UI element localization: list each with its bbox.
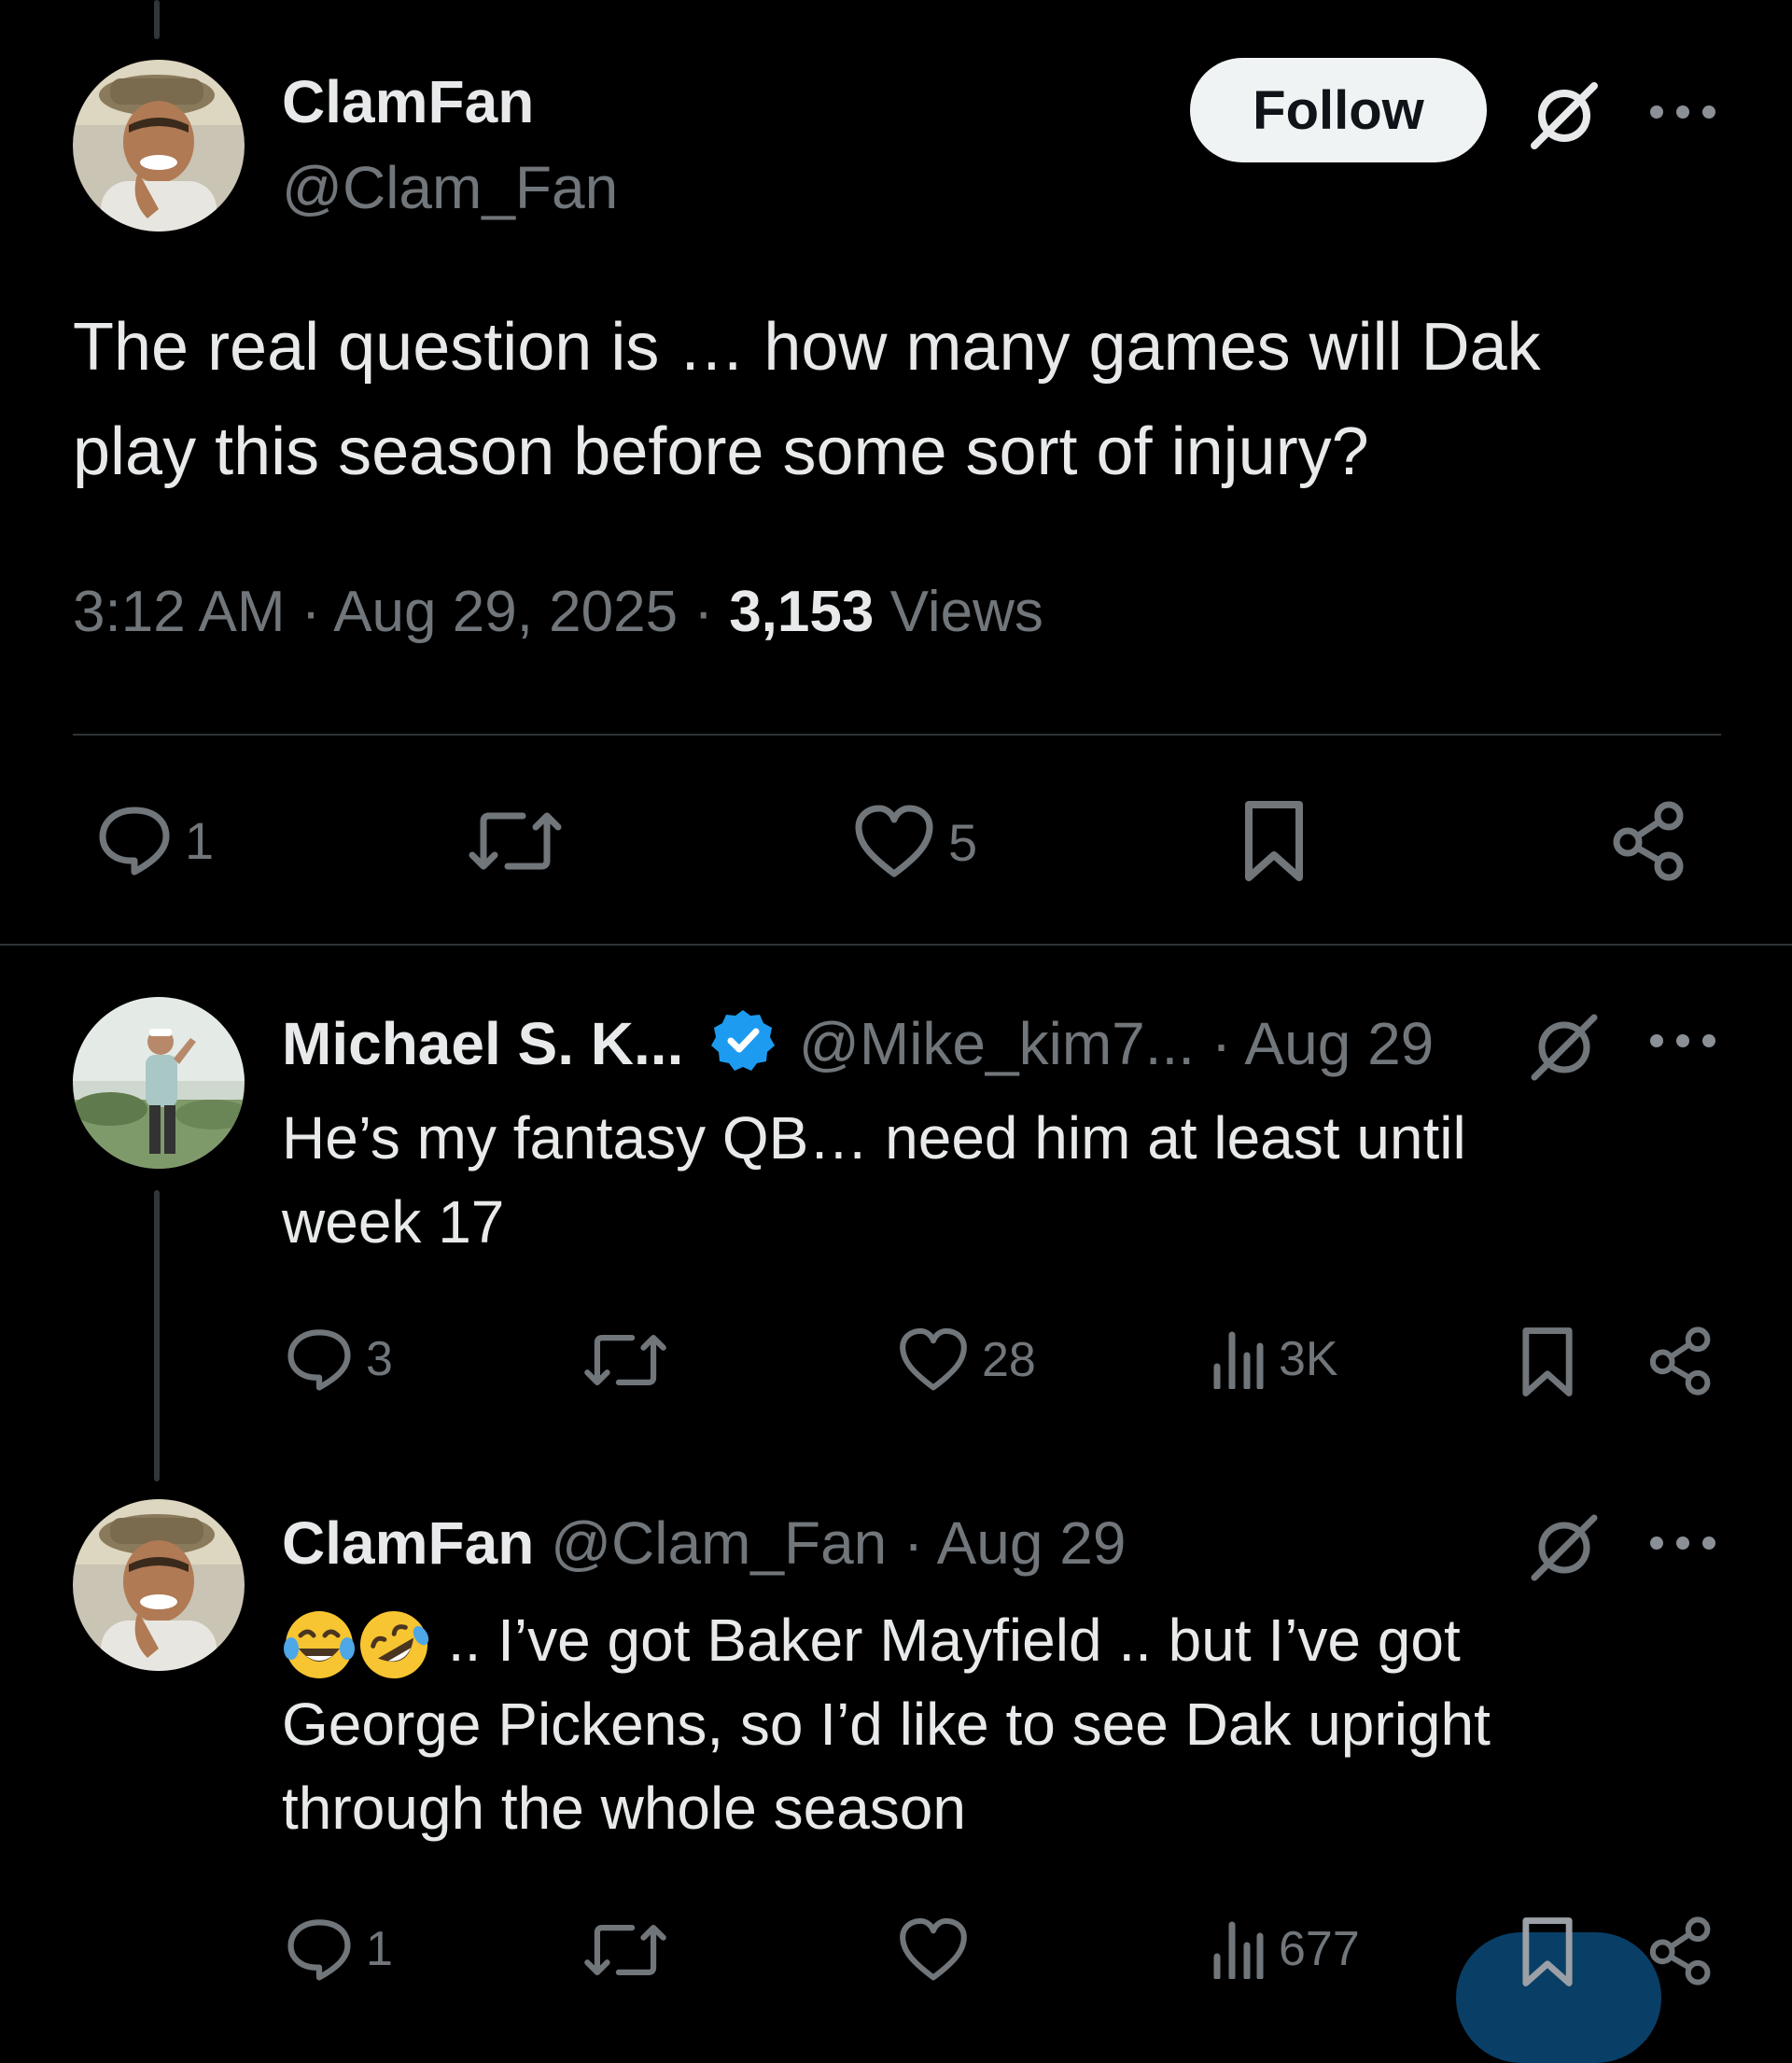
share-icon bbox=[1613, 801, 1684, 881]
reply-count: 3 bbox=[366, 1332, 393, 1386]
reply2-text-line1-text: .. I’ve got Baker Mayfield .. but I’ve g… bbox=[447, 1607, 1461, 1674]
views-button[interactable]: 3K bbox=[1210, 1329, 1338, 1389]
avatar-clamfan[interactable] bbox=[73, 1499, 245, 1671]
bookmark-icon bbox=[1522, 1917, 1573, 1986]
repost-button[interactable] bbox=[582, 1331, 668, 1389]
reply2-text-line3: through the whole season bbox=[282, 1775, 966, 1843]
views-count: 3,153 bbox=[729, 580, 875, 644]
thread-line-reply bbox=[154, 1190, 160, 1481]
share-button[interactable] bbox=[1609, 799, 1689, 883]
repost-icon bbox=[584, 1925, 666, 1975]
reply2-header: ClamFan @Clam_Fan · Aug 29 bbox=[282, 1509, 1126, 1578]
avatar-michael[interactable] bbox=[73, 997, 245, 1169]
share-icon bbox=[1649, 1916, 1711, 1986]
share-button[interactable] bbox=[1646, 1914, 1715, 1988]
views-count: 677 bbox=[1279, 1922, 1360, 1976]
follow-button[interactable]: Follow bbox=[1190, 58, 1487, 162]
bookmark-icon bbox=[1245, 801, 1303, 881]
bookmark-button[interactable] bbox=[1519, 1916, 1575, 1988]
views-button[interactable]: 677 bbox=[1210, 1919, 1360, 1979]
reply-icon bbox=[287, 1919, 351, 1981]
more-options-icon[interactable] bbox=[1650, 105, 1715, 124]
grok-icon[interactable] bbox=[1527, 1509, 1602, 1583]
divider bbox=[0, 944, 1792, 946]
main-post-text-line1: The real question is … how many games wi… bbox=[73, 310, 1541, 385]
post-time[interactable]: 3:12 AM bbox=[73, 580, 285, 644]
reply2-author-handle[interactable]: @Clam_Fan bbox=[551, 1509, 887, 1577]
heart-icon bbox=[855, 805, 933, 877]
reply2-author-name[interactable]: ClamFan bbox=[282, 1509, 534, 1577]
more-options-icon[interactable] bbox=[1650, 1537, 1715, 1555]
reply2-date[interactable]: Aug 29 bbox=[937, 1509, 1127, 1577]
reply2-text: .. I’ve got Baker Mayfield .. but I’ve g… bbox=[282, 1598, 1757, 1850]
reply-button[interactable]: 3 bbox=[286, 1327, 393, 1391]
views-icon bbox=[1213, 1331, 1264, 1389]
reply-count: 1 bbox=[185, 810, 215, 870]
thread-line-top bbox=[154, 0, 160, 39]
repost-button[interactable] bbox=[582, 1921, 668, 1979]
meta-separator: · bbox=[903, 1509, 924, 1577]
reply-icon bbox=[287, 1329, 351, 1391]
reply2-text-line2: George Pickens, so I’d like to see Dak u… bbox=[282, 1691, 1491, 1759]
reply-button[interactable]: 1 bbox=[286, 1917, 393, 1981]
repost-icon bbox=[584, 1335, 666, 1385]
heart-icon bbox=[900, 1917, 967, 1981]
main-author-name[interactable]: ClamFan bbox=[282, 67, 534, 136]
reply-count: 1 bbox=[366, 1922, 393, 1976]
grok-icon[interactable] bbox=[1527, 1008, 1602, 1083]
bookmark-button[interactable] bbox=[1241, 799, 1307, 883]
meta-separator: · bbox=[301, 580, 321, 644]
like-count: 5 bbox=[948, 812, 978, 872]
like-button[interactable]: 5 bbox=[853, 805, 977, 879]
repost-button[interactable] bbox=[467, 808, 564, 874]
rolling-laughing-emoji-icon bbox=[360, 1611, 429, 1679]
views-count: 3K bbox=[1279, 1332, 1338, 1386]
bookmark-button[interactable] bbox=[1519, 1326, 1575, 1398]
reply2-text-line1: .. I’ve got Baker Mayfield .. but I’ve g… bbox=[282, 1598, 1757, 1682]
views-icon bbox=[1213, 1921, 1264, 1979]
main-author-handle[interactable]: @Clam_Fan bbox=[282, 153, 618, 222]
reply1-text: He’s my fantasy QB… need him at least un… bbox=[282, 1096, 1738, 1264]
repost-icon bbox=[469, 812, 562, 870]
grok-icon[interactable] bbox=[1527, 77, 1602, 151]
share-icon bbox=[1649, 1326, 1711, 1396]
reply1-text-line1: He’s my fantasy QB… need him at least un… bbox=[282, 1104, 1466, 1172]
reply1-date[interactable]: Aug 29 bbox=[1244, 1010, 1434, 1077]
reply-button[interactable]: 1 bbox=[97, 805, 214, 876]
divider bbox=[73, 734, 1721, 736]
more-options-icon[interactable] bbox=[1650, 1034, 1715, 1053]
main-post-text: The real question is … how many games wi… bbox=[73, 295, 1753, 504]
laughing-tears-emoji-icon bbox=[284, 1611, 355, 1679]
reply1-author-handle[interactable]: @Mike_kim7... bbox=[799, 1010, 1195, 1077]
reply1-text-line2: week 17 bbox=[282, 1188, 505, 1256]
like-count: 28 bbox=[982, 1333, 1036, 1387]
like-button[interactable]: 28 bbox=[898, 1327, 1036, 1393]
reply-icon bbox=[99, 807, 170, 876]
post-meta: 3:12 AM · Aug 29, 2025 · 3,153 Views bbox=[73, 579, 1043, 645]
share-button[interactable] bbox=[1646, 1324, 1715, 1398]
meta-separator: · bbox=[1211, 1010, 1232, 1077]
bookmark-icon bbox=[1522, 1327, 1573, 1396]
heart-icon bbox=[900, 1327, 967, 1391]
reply1-header: Michael S. K... @Mike_kim7... · Aug 29 bbox=[282, 1006, 1434, 1078]
post-date[interactable]: Aug 29, 2025 bbox=[333, 580, 678, 644]
reply1-author-name[interactable]: Michael S. K... bbox=[282, 1010, 683, 1077]
avatar-clamfan[interactable] bbox=[73, 60, 245, 232]
meta-separator: · bbox=[693, 580, 713, 644]
like-button[interactable] bbox=[898, 1917, 969, 1983]
verified-badge-icon bbox=[711, 1010, 776, 1071]
main-post-text-line2: play this season before some sort of inj… bbox=[73, 414, 1369, 489]
views-label: Views bbox=[889, 580, 1043, 644]
